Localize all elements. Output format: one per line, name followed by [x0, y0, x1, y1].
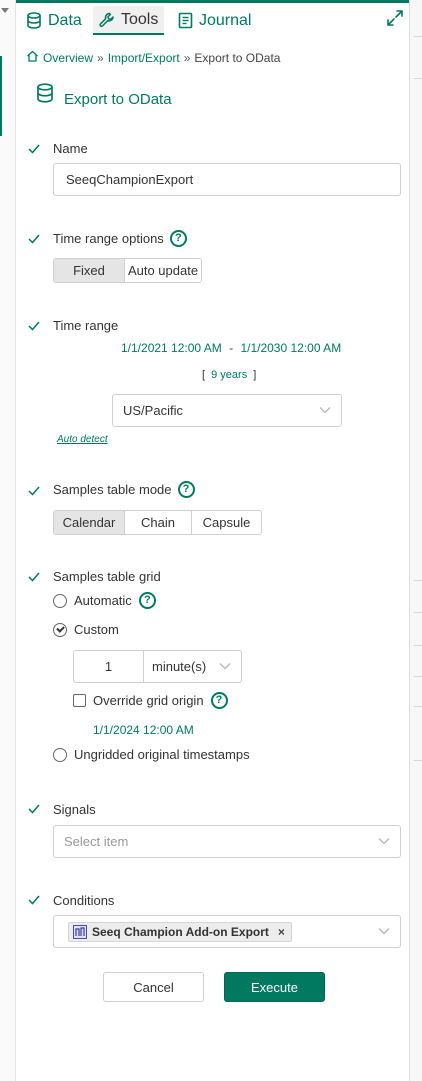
- time-range-label: Time range: [53, 318, 119, 333]
- condition-chip: Seeq Champion Add-on Export ×: [68, 921, 292, 942]
- breadcrumb-separator: »: [183, 50, 191, 65]
- override-checkbox[interactable]: [73, 694, 86, 707]
- end-date[interactable]: 1/1/2030 12:00 AM: [240, 341, 341, 355]
- help-icon[interactable]: ?: [177, 481, 195, 498]
- chevron-down-icon: [319, 406, 331, 414]
- start-date[interactable]: 1/1/2021 12:00 AM: [121, 341, 222, 355]
- radio-button[interactable]: [53, 593, 67, 608]
- auto-detect-link[interactable]: Auto detect: [57, 434, 108, 445]
- signals-placeholder: Select item: [64, 834, 129, 849]
- radio-button[interactable]: [53, 747, 67, 762]
- breadcrumb-import-export[interactable]: Import/Export: [108, 51, 180, 65]
- option-auto-update[interactable]: Auto update: [124, 259, 201, 282]
- time-range-options-label: Time range options ?: [53, 230, 187, 247]
- radio-custom[interactable]: Custom: [53, 622, 119, 637]
- duration-open: [: [202, 369, 206, 381]
- option-fixed[interactable]: Fixed: [54, 259, 124, 282]
- duration-close: ]: [253, 369, 257, 381]
- tab-data-label: Data: [48, 11, 82, 29]
- chevron-down-icon: [378, 927, 390, 935]
- check-icon: [28, 804, 40, 814]
- expand-icon[interactable]: [386, 9, 404, 30]
- database-icon: [26, 12, 42, 29]
- help-icon[interactable]: ?: [138, 592, 156, 609]
- tab-data[interactable]: Data: [20, 6, 88, 35]
- option-calendar[interactable]: Calendar: [54, 511, 124, 534]
- tab-bar: Data Tools Journal: [16, 3, 409, 35]
- grid-interval: 1 minute(s): [73, 650, 242, 683]
- check-icon: [28, 321, 40, 331]
- page-title-text: Export to OData: [64, 91, 172, 108]
- check-icon: [28, 572, 40, 582]
- gutter-indicator: [0, 56, 2, 136]
- chevron-down-icon: [378, 837, 390, 845]
- collapse-arrow-icon[interactable]: [1, 8, 9, 13]
- left-gutter: [0, 0, 16, 1081]
- name-input[interactable]: SeeqChampionExport: [53, 163, 401, 196]
- grid-origin-date[interactable]: 1/1/2024 12:00 AM: [93, 723, 194, 737]
- radio-ungridded[interactable]: Ungridded original timestamps: [53, 747, 250, 762]
- tab-journal-label: Journal: [199, 11, 252, 29]
- page-title: Export to OData: [36, 81, 172, 108]
- database-icon: [36, 82, 54, 107]
- condition-icon: [73, 924, 87, 939]
- help-icon[interactable]: ?: [210, 692, 228, 709]
- chevron-down-icon: [219, 662, 231, 670]
- breadcrumb-current: Export to OData: [194, 50, 281, 65]
- breadcrumb-separator: »: [97, 50, 104, 65]
- conditions-select[interactable]: Seeq Champion Add-on Export ×: [53, 915, 401, 948]
- check-icon: [28, 234, 40, 244]
- journal-icon: [178, 12, 193, 29]
- check-icon: [28, 144, 40, 154]
- radio-automatic[interactable]: Automatic ?: [53, 592, 156, 609]
- radio-button-checked[interactable]: [53, 622, 67, 637]
- signals-select[interactable]: Select item: [53, 825, 401, 858]
- duration: [ 9 years ]: [202, 369, 256, 381]
- help-icon[interactable]: ?: [169, 230, 187, 247]
- option-chain[interactable]: Chain: [124, 511, 191, 534]
- date-range: 1/1/2021 12:00 AM - 1/1/2030 12:00 AM: [121, 341, 341, 355]
- option-capsule[interactable]: Capsule: [191, 511, 261, 534]
- home-icon[interactable]: [26, 50, 39, 65]
- samples-table-mode-toggle: Calendar Chain Capsule: [53, 510, 262, 535]
- tool-panel: Overview » Import/Export » Export to ODa…: [16, 35, 409, 1081]
- conditions-label: Conditions: [53, 893, 115, 908]
- check-icon: [28, 486, 40, 496]
- cancel-button[interactable]: Cancel: [103, 972, 204, 1002]
- breadcrumb-overview[interactable]: Overview: [43, 51, 93, 65]
- tab-tools[interactable]: Tools: [93, 6, 165, 35]
- duration-value[interactable]: 9 years: [211, 369, 247, 381]
- override-grid-origin[interactable]: Override grid origin ?: [73, 692, 228, 709]
- breadcrumb: Overview » Import/Export » Export to ODa…: [26, 50, 280, 65]
- date-separator: -: [229, 341, 234, 355]
- interval-unit-select[interactable]: minute(s): [144, 650, 242, 683]
- remove-icon[interactable]: ×: [278, 925, 285, 939]
- signals-label: Signals: [53, 802, 96, 817]
- name-label: Name: [53, 141, 88, 156]
- samples-table-grid-label: Samples table grid: [53, 569, 161, 584]
- time-range-options-toggle: Fixed Auto update: [53, 258, 202, 283]
- execute-button[interactable]: Execute: [224, 972, 325, 1002]
- interval-input[interactable]: 1: [73, 650, 144, 683]
- wrench-icon: [99, 12, 115, 28]
- tab-tools-label: Tools: [121, 10, 159, 28]
- tab-journal[interactable]: Journal: [172, 6, 257, 35]
- check-icon: [28, 895, 40, 905]
- timezone-select[interactable]: US/Pacific: [112, 394, 342, 427]
- samples-table-mode-label: Samples table mode ?: [53, 481, 195, 498]
- right-scroll-strip: [409, 0, 422, 1081]
- timezone-value: US/Pacific: [123, 403, 183, 418]
